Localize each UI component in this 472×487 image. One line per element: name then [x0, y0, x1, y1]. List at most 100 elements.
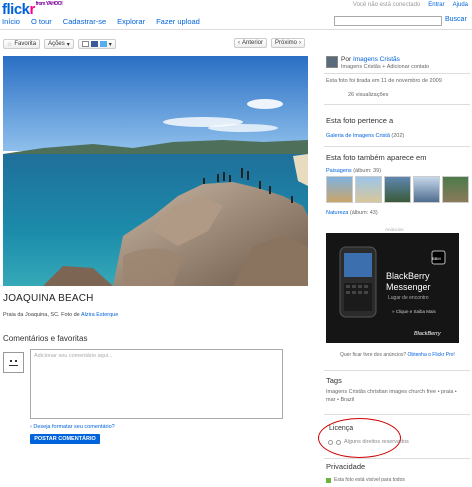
- license-text: Alguns direitos reservados: [344, 439, 409, 445]
- ad-tagline: Lugar de encontro: [388, 295, 429, 301]
- album1-link[interactable]: Paisagens: [326, 168, 352, 174]
- blackberry-ad[interactable]: BBM BlackBerry Messenger Lugar de encont…: [326, 233, 459, 343]
- ad-brand: BlackBerry: [414, 331, 441, 337]
- divider: [324, 370, 470, 371]
- twitter-icon: [99, 41, 107, 47]
- thumbnail[interactable]: [413, 176, 440, 203]
- thumbnail[interactable]: [326, 176, 353, 203]
- album2-count: (álbum: 43): [349, 210, 378, 216]
- email-icon: [81, 41, 89, 47]
- gallery-count: (202): [391, 133, 405, 139]
- format-link-label: Deseja formatar seu comentário?: [33, 424, 115, 430]
- logo-flick: flick: [2, 1, 30, 18]
- beach-photo-image: [3, 56, 308, 286]
- nav-explore[interactable]: Explorar: [117, 17, 145, 26]
- caption-author-link[interactable]: Alzira Esterque: [81, 312, 118, 318]
- login-link[interactable]: Entrar: [428, 2, 444, 8]
- ad-title-2: Messenger: [386, 282, 431, 292]
- gallery-link[interactable]: Galeria de Imagens Cristã: [326, 133, 390, 139]
- album-natureza: Natureza (álbum: 43): [326, 210, 378, 216]
- nav-tour[interactable]: O tour: [31, 17, 52, 26]
- next-button[interactable]: Próximo ›: [271, 38, 306, 48]
- favorite-label: Favorita: [14, 41, 37, 47]
- album1-count: (álbum: 39): [353, 168, 382, 174]
- divider: [324, 414, 470, 415]
- ad-title-1: BlackBerry: [386, 271, 430, 281]
- prev-button[interactable]: ‹ Anterior: [234, 38, 268, 48]
- actions-label: Ações: [48, 41, 65, 47]
- annotation-circle: [318, 418, 401, 458]
- chevron-down-icon: ▾: [108, 41, 112, 48]
- bbm-badge: BBM: [432, 256, 441, 261]
- by-label: Por: [341, 56, 352, 63]
- thumbnail[interactable]: [384, 176, 411, 203]
- nav-upload[interactable]: Fazer upload: [156, 17, 200, 26]
- facebook-icon: [90, 41, 98, 47]
- prev-label: Anterior: [242, 40, 264, 46]
- ad-cta[interactable]: » Clique e Saiba Mais: [392, 309, 436, 314]
- comments-heading: Comentários e favoritas: [3, 334, 88, 343]
- arrow-right-icon: ›: [30, 424, 32, 430]
- gallery-item: Galeria de Imagens Cristã (202): [326, 133, 404, 139]
- flickr-logo[interactable]: flickrfrom YAHOO!: [2, 1, 63, 18]
- taken-date: Esta foto foi tirada em 11 de novembro d…: [326, 78, 442, 84]
- top-links: Você não está conectado Entrar Ajuda: [353, 2, 468, 8]
- nav-signup[interactable]: Cadastrar-se: [63, 17, 106, 26]
- photo-title: JOAQUINA BEACH: [3, 293, 94, 304]
- chevron-down-icon: ▾: [66, 41, 70, 48]
- header-divider: [0, 29, 472, 30]
- help-link[interactable]: Ajuda: [453, 2, 468, 8]
- divider: [324, 458, 470, 459]
- owner-link[interactable]: Imagens Cristãs: [353, 56, 400, 63]
- license-heading: Licença: [329, 425, 354, 432]
- tags-list[interactable]: Imagens Cristãs christian images church …: [326, 388, 466, 404]
- cc-by-icon: [336, 439, 341, 445]
- search-input[interactable]: [334, 16, 442, 26]
- format-comment-link[interactable]: › Deseja formatar seu comentário?: [30, 424, 115, 430]
- share-button[interactable]: ▾: [77, 39, 116, 49]
- arrow-right-icon: ›: [299, 40, 302, 46]
- actions-button[interactable]: Ações ▾: [44, 39, 74, 49]
- comment-textarea[interactable]: Adicionar seu comentário aqui...: [30, 349, 283, 419]
- public-icon: [326, 477, 331, 483]
- favorite-button[interactable]: ☆ Favorita: [3, 39, 41, 49]
- login-status: Você não está conectado: [352, 2, 421, 8]
- photo-caption: Praia da Joaquina, SC. Foto de Alzira Es…: [3, 312, 118, 318]
- privacy-heading: Privacidade: [326, 462, 366, 471]
- caption-text: Praia da Joaquina, SC. Foto de: [3, 312, 80, 318]
- divider: [324, 104, 470, 105]
- next-label: Próximo: [275, 40, 298, 46]
- album-thumbnails: [326, 176, 469, 203]
- tags-heading: Tags: [326, 376, 342, 385]
- get-pro-link[interactable]: Obtenha o Flickr Pro!: [408, 352, 455, 358]
- logo-r: r: [29, 1, 36, 18]
- cc-icon: [328, 439, 333, 445]
- license-info[interactable]: Alguns direitos reservados: [328, 439, 409, 445]
- photo-toolbar: ☆ Favorita Ações ▾ ▾: [3, 38, 116, 50]
- ad-label: Anúncios: [385, 227, 404, 232]
- divider: [324, 146, 470, 147]
- divider: [324, 73, 470, 74]
- main-photo[interactable]: [3, 56, 308, 286]
- star-icon: ☆: [7, 41, 13, 48]
- album2-link[interactable]: Natureza: [326, 210, 348, 216]
- main-nav: Início O tour Cadastrar-se Explorar Faze…: [2, 17, 200, 26]
- ad-question-text: Quer ficar livre dos anúncios?: [340, 352, 407, 358]
- also-appears-heading: Esta foto também aparece em: [326, 153, 427, 162]
- nav-home[interactable]: Início: [2, 17, 20, 26]
- post-comment-button[interactable]: POSTAR COMENTÁRIO: [30, 434, 100, 444]
- default-avatar-icon: [9, 360, 18, 366]
- owner-contact[interactable]: Imagens Cristãs + Adicionar contato: [341, 64, 429, 70]
- privacy-text: Esta foto está visível para todos: [334, 477, 405, 483]
- arrow-left-icon: ‹: [238, 40, 240, 46]
- privacy-info: Esta foto está visível para todos: [326, 477, 405, 483]
- photo-navigation: ‹ Anterior Próximo ›: [234, 38, 306, 48]
- user-avatar: [3, 352, 24, 373]
- thumbnail[interactable]: [355, 176, 382, 203]
- album-paisagens: Paisagens (álbum: 39): [326, 168, 381, 174]
- logo-yahoo: from YAHOO!: [35, 1, 63, 7]
- search-button[interactable]: Buscar: [445, 16, 467, 23]
- thumbnail[interactable]: [442, 176, 469, 203]
- belongs-heading: Esta foto pertence a: [326, 116, 394, 125]
- owner-avatar[interactable]: [326, 56, 338, 68]
